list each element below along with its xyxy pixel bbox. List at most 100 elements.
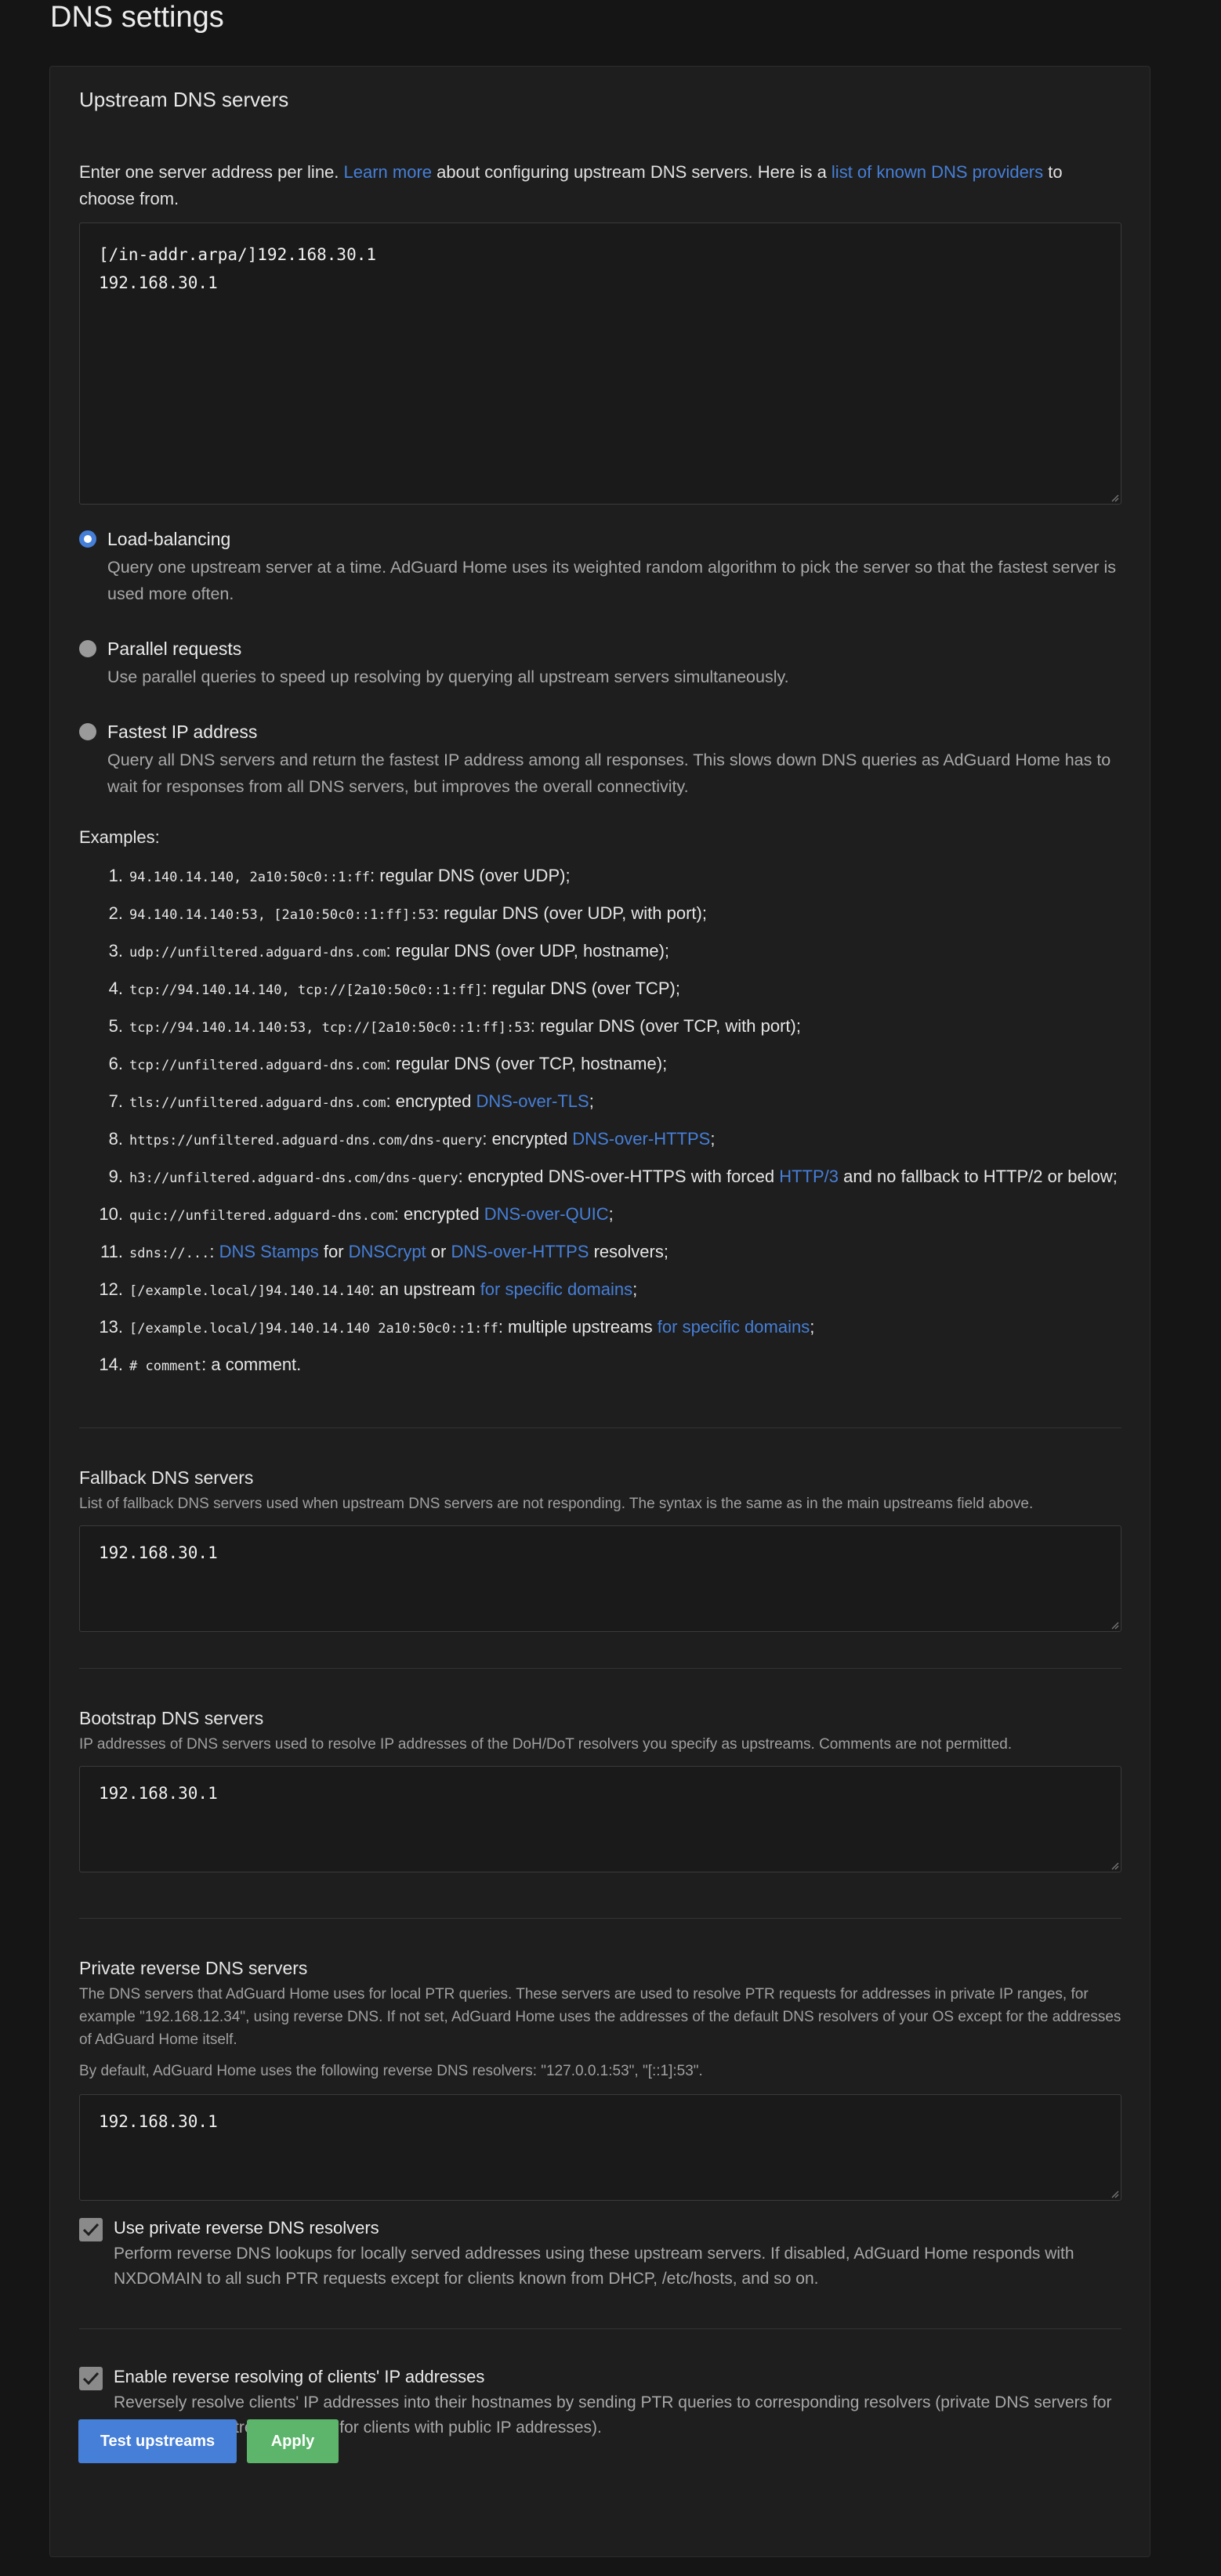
mode-parallel-requests[interactable]: Parallel requests Use parallel queries t…	[79, 637, 1129, 700]
use-private-rdns-checkbox[interactable]: Use private reverse DNS resolvers Perfor…	[79, 2216, 1129, 2288]
dns-stamps-link[interactable]: DNS Stamps	[219, 1242, 319, 1261]
dns-over-tls-link[interactable]: DNS-over-TLS	[476, 1091, 589, 1111]
bootstrap-servers-textarea[interactable]: 192.168.30.1	[79, 1766, 1121, 1872]
example-text: : regular DNS (over UDP, with port);	[433, 903, 707, 923]
test-upstreams-button[interactable]: Test upstreams	[78, 2419, 237, 2463]
checkbox-checked-icon[interactable]	[79, 2367, 103, 2390]
radio-checked-icon[interactable]	[79, 530, 96, 548]
resize-grip-icon[interactable]	[1110, 2189, 1119, 2198]
private-rdns-title: Private reverse DNS servers	[79, 1958, 308, 1978]
specific-domains-link[interactable]: for specific domains	[658, 1317, 810, 1337]
fallback-title: Fallback DNS servers	[79, 1467, 254, 1488]
example-number: 1.	[108, 866, 123, 885]
dns-over-quic-link[interactable]: DNS-over-QUIC	[484, 1204, 609, 1224]
example-item: 2. 94.140.14.140:53, [2a10:50c0::1:ff]:53…	[79, 895, 1129, 933]
example-code: tcp://94.140.14.140:53, tcp://[2a10:50c0…	[129, 1020, 531, 1036]
fallback-servers-textarea[interactable]: 192.168.30.1	[79, 1525, 1121, 1632]
example-code: https://unfiltered.adguard-dns.com/dns-q…	[129, 1133, 483, 1149]
example-text: : regular DNS (over TCP, hostname);	[386, 1054, 668, 1073]
checkbox-label: Enable reverse resolving of clients' IP …	[114, 2367, 485, 2386]
example-item: 12. [/example.local/]94.140.14.140: an up…	[79, 1272, 1129, 1309]
example-item: 13. [/example.local/]94.140.14.140 2a10:5…	[79, 1309, 1129, 1347]
example-text: : encrypted	[386, 1091, 476, 1111]
http3-link[interactable]: HTTP/3	[779, 1167, 839, 1186]
example-item: 7. tls://unfiltered.adguard-dns.com: encr…	[79, 1084, 1129, 1121]
example-text: or	[426, 1242, 451, 1261]
example-number: 2.	[108, 903, 123, 923]
example-code: # comment	[129, 1359, 202, 1374]
example-text: : regular DNS (over UDP, hostname);	[386, 941, 670, 961]
resize-grip-icon[interactable]	[1110, 1620, 1119, 1630]
private-rdns-textarea[interactable]: 192.168.30.1	[79, 2094, 1121, 2201]
mode-fastest-ip[interactable]: Fastest IP address Query all DNS servers…	[79, 720, 1129, 806]
resize-grip-icon[interactable]	[1110, 493, 1119, 502]
radio-label: Fastest IP address	[107, 722, 258, 742]
example-code: tls://unfiltered.adguard-dns.com	[129, 1095, 386, 1111]
example-code: [/example.local/]94.140.14.140 2a10:50c0…	[129, 1321, 498, 1337]
example-item: 6. tcp://unfiltered.adguard-dns.com: regu…	[79, 1046, 1129, 1084]
example-text: for	[318, 1242, 349, 1261]
private-rdns-value: 192.168.30.1	[99, 2112, 218, 2131]
example-text: : regular DNS (over UDP);	[370, 866, 571, 885]
section-divider	[79, 1427, 1121, 1428]
mode-load-balancing[interactable]: Load-balancing Query one upstream server…	[79, 527, 1129, 613]
private-rdns-default-note: By default, AdGuard Home uses the follow…	[79, 2063, 703, 2079]
example-number: 6.	[108, 1054, 123, 1073]
example-number: 12.	[99, 1279, 123, 1299]
example-text: : regular DNS (over TCP);	[482, 979, 680, 998]
example-number: 13.	[99, 1317, 123, 1337]
learn-more-link[interactable]: Learn more	[344, 162, 433, 182]
bootstrap-description: IP addresses of DNS servers used to reso…	[79, 1736, 1013, 1753]
checkbox-label: Use private reverse DNS resolvers	[114, 2218, 379, 2238]
intro-text-middle: about configuring upstream DNS servers. …	[432, 162, 832, 182]
example-code: tcp://unfiltered.adguard-dns.com	[129, 1058, 386, 1073]
example-text: : a comment.	[201, 1355, 302, 1374]
example-text: : regular DNS (over TCP, with port);	[530, 1016, 801, 1036]
example-item: 5. tcp://94.140.14.140:53, tcp://[2a10:50…	[79, 1008, 1129, 1046]
radio-unchecked-icon[interactable]	[79, 640, 96, 657]
resize-grip-icon[interactable]	[1110, 1861, 1119, 1870]
bootstrap-title: Bootstrap DNS servers	[79, 1708, 264, 1728]
enable-rdns-checkbox[interactable]: Enable reverse resolving of clients' IP …	[79, 2365, 1129, 2437]
examples-label: Examples:	[79, 827, 160, 847]
example-text: : encrypted	[482, 1129, 573, 1149]
example-number: 11.	[100, 1242, 123, 1261]
example-text: : encrypted	[393, 1204, 484, 1224]
section-divider	[79, 1668, 1121, 1669]
dns-over-https-link[interactable]: DNS-over-HTTPS	[451, 1242, 589, 1261]
example-text: ;	[608, 1204, 614, 1224]
upstream-line: 192.168.30.1	[99, 273, 218, 292]
example-number: 3.	[108, 941, 123, 961]
dnscrypt-link[interactable]: DNSCrypt	[349, 1242, 426, 1261]
upstream-servers-textarea[interactable]: [/in-addr.arpa/]192.168.30.1 192.168.30.…	[79, 223, 1121, 505]
example-text: : an upstream	[370, 1279, 480, 1299]
example-code: quic://unfiltered.adguard-dns.com	[129, 1208, 394, 1224]
example-number: 7.	[108, 1091, 123, 1111]
example-number: 8.	[108, 1129, 123, 1149]
example-number: 10.	[99, 1204, 123, 1224]
radio-label: Parallel requests	[107, 639, 242, 659]
intro-text: Enter one server address per line.	[79, 162, 344, 182]
apply-button[interactable]: Apply	[247, 2419, 339, 2463]
example-item: 11. sdns://...: DNS Stamps for DNSCrypt o…	[79, 1234, 1129, 1272]
example-number: 4.	[108, 979, 123, 998]
example-code: [/example.local/]94.140.14.140	[129, 1283, 371, 1299]
checkbox-description: Perform reverse DNS lookups for locally …	[114, 2245, 1074, 2288]
checkbox-checked-icon[interactable]	[79, 2218, 103, 2241]
radio-description: Use parallel queries to speed up resolvi…	[107, 668, 789, 686]
radio-description: Query all DNS servers and return the fas…	[107, 751, 1111, 796]
example-text: : encrypted DNS-over-HTTPS with forced	[458, 1167, 780, 1186]
bootstrap-value: 192.168.30.1	[99, 1784, 218, 1803]
radio-unchecked-icon[interactable]	[79, 723, 96, 740]
example-code: 94.140.14.140:53, [2a10:50c0::1:ff]:53	[129, 907, 434, 923]
section-divider	[79, 2328, 1121, 2329]
example-item: 14. # comment: a comment.	[79, 1347, 1129, 1384]
example-code: sdns://...	[129, 1246, 210, 1261]
dns-over-https-link[interactable]: DNS-over-HTTPS	[572, 1129, 710, 1149]
specific-domains-link[interactable]: for specific domains	[480, 1279, 632, 1299]
dns-providers-link[interactable]: list of known DNS providers	[832, 162, 1043, 182]
example-item: 10. quic://unfiltered.adguard-dns.com: en…	[79, 1196, 1129, 1234]
radio-label: Load-balancing	[107, 529, 231, 549]
fallback-description: List of fallback DNS servers used when u…	[79, 1496, 1034, 1512]
example-text: ;	[632, 1279, 638, 1299]
